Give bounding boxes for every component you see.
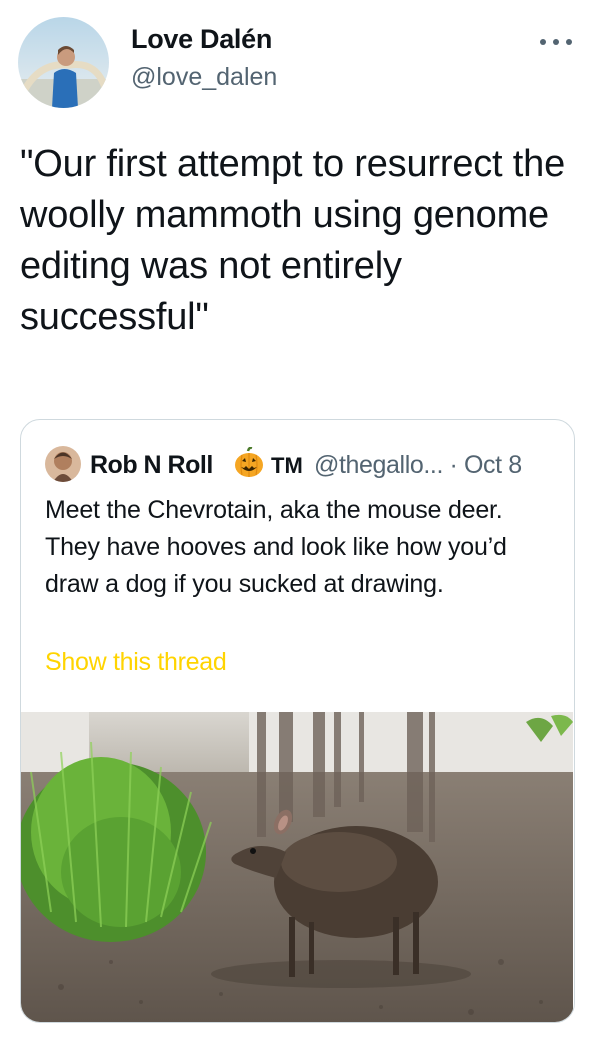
author-handle[interactable]: @love_dalen (131, 63, 277, 92)
quoted-tweet-text: Meet the Chevrotain, aka the mouse deer.… (45, 496, 507, 598)
quoted-handle-date[interactable]: @thegallo... · Oct 8 (314, 451, 522, 480)
show-thread-link[interactable]: Show this thread (45, 648, 227, 677)
author-avatar[interactable] (18, 17, 109, 108)
quoted-tweet[interactable]: Rob N Roll TM @thegallo... · Oct 8 Meet … (20, 419, 575, 1023)
quoted-author-name[interactable]: Rob N Roll (90, 451, 213, 480)
more-options-icon[interactable] (536, 36, 576, 48)
chevrotain-photo[interactable] (21, 712, 573, 1022)
tweet-header: Love Dalén @love_dalen (0, 0, 599, 120)
tweet-text: "Our first attempt to resurrect the wool… (20, 143, 566, 338)
author-name[interactable]: Love Dalén (131, 24, 272, 55)
quoted-author-avatar[interactable] (45, 446, 81, 482)
jack-o-lantern-icon (234, 446, 264, 479)
quoted-author-tm: TM (271, 453, 303, 478)
